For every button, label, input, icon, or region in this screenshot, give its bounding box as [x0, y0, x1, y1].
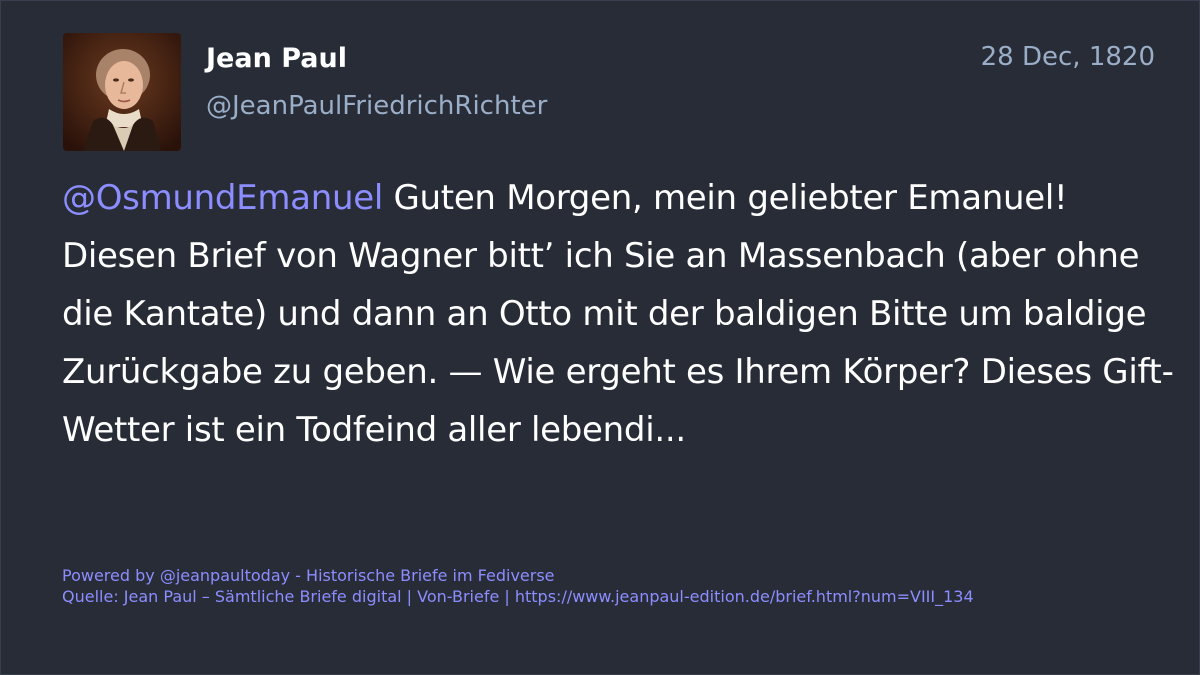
account-handle[interactable]: @JeanPaulFriedrichRichter	[206, 88, 547, 124]
post-date[interactable]: 28 Dec, 1820	[981, 39, 1155, 75]
avatar[interactable]	[63, 33, 181, 151]
display-name[interactable]: Jean Paul	[206, 41, 347, 77]
powered-by-line[interactable]: Powered by @jeanpaultoday - Historische …	[62, 565, 1162, 586]
status-card: Jean Paul @JeanPaulFriedrichRichter 28 D…	[0, 0, 1200, 675]
portrait-image	[63, 33, 181, 151]
mention-link[interactable]: @OsmundEmanuel	[62, 178, 383, 218]
footer: Powered by @jeanpaultoday - Historische …	[62, 565, 1162, 607]
status-content: @OsmundEmanuel Guten Morgen, mein gelieb…	[62, 169, 1182, 459]
status-body: Guten Morgen, mein geliebter Emanuel! Di…	[62, 178, 1174, 450]
source-line[interactable]: Quelle: Jean Paul – Sämtliche Briefe dig…	[62, 586, 1162, 607]
